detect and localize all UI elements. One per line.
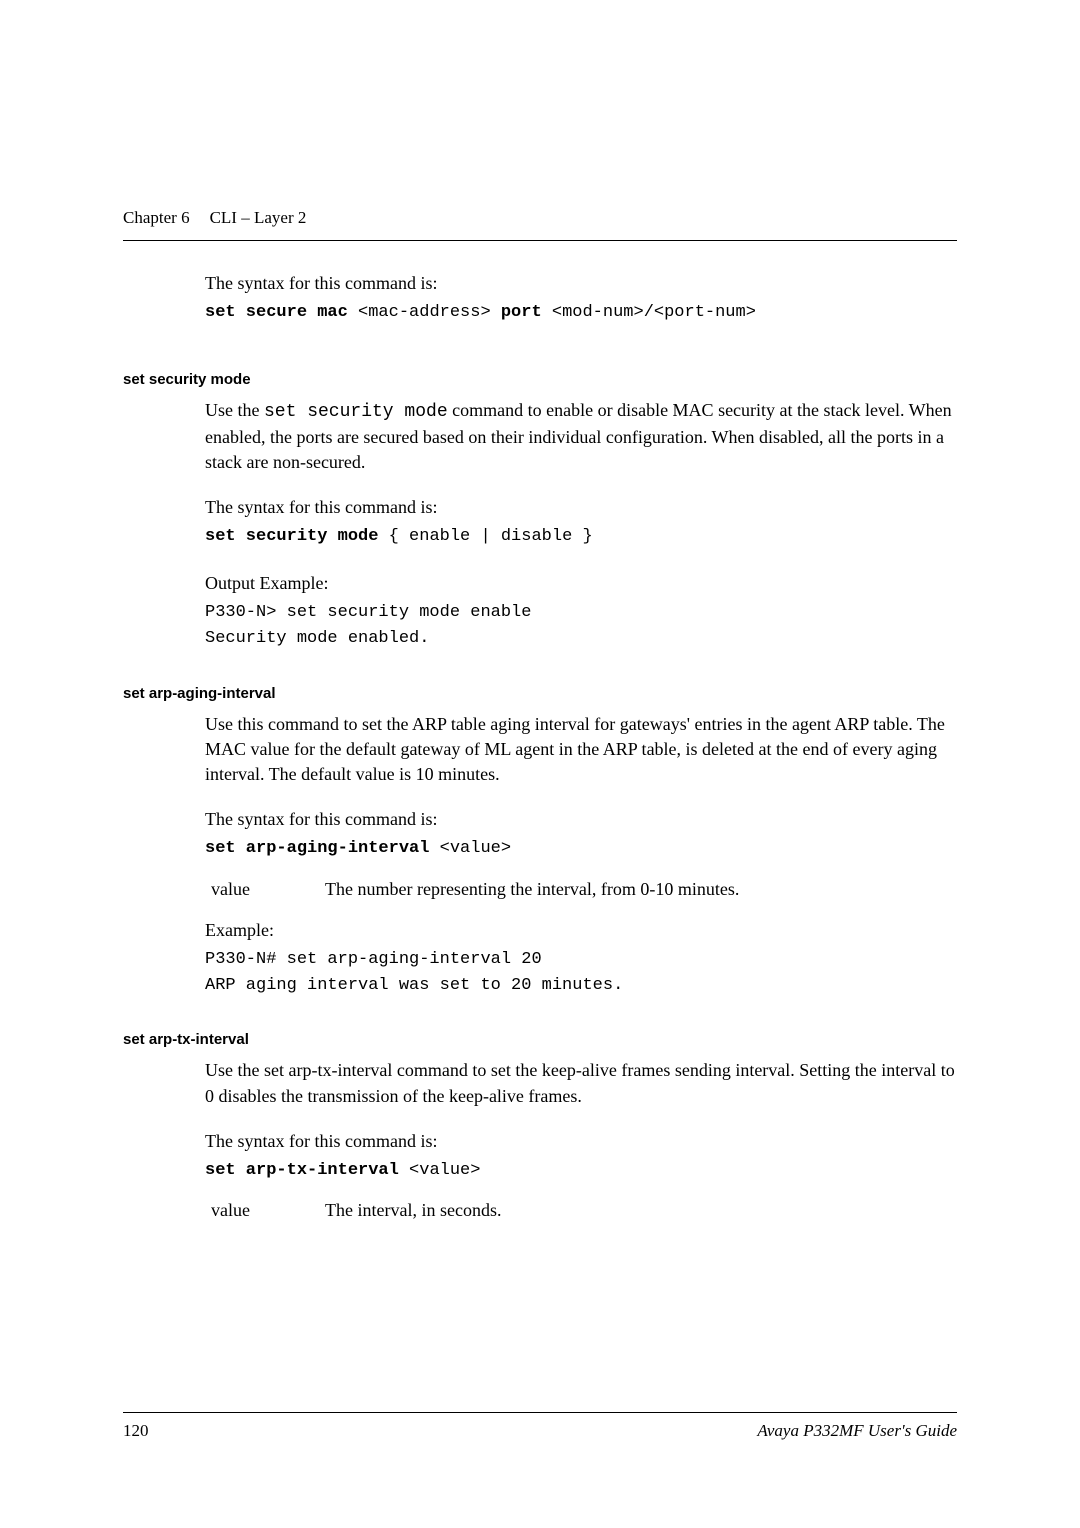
param-desc: The number representing the interval, fr… xyxy=(325,879,739,900)
guide-title: Avaya P332MF User's Guide xyxy=(757,1421,957,1441)
description: Use the set security mode command to ena… xyxy=(205,398,957,476)
param-row: value The interval, in seconds. xyxy=(205,1200,957,1221)
param-name: value xyxy=(205,879,265,900)
example-line: P330-N# set arp-aging-interval 20 xyxy=(205,947,957,973)
param-row: value The number representing the interv… xyxy=(205,879,957,900)
example-line: ARP aging interval was set to 20 minutes… xyxy=(205,973,957,999)
inline-code: set security mode xyxy=(264,402,448,422)
output-line: Security mode enabled. xyxy=(205,626,957,652)
syntax-label: The syntax for this command is: xyxy=(205,1129,957,1154)
footer-divider xyxy=(123,1412,957,1413)
description: Use the set arp-tx-interval command to s… xyxy=(205,1058,957,1108)
code-text: <value> xyxy=(409,1161,480,1180)
param-desc: The interval, in seconds. xyxy=(325,1200,501,1221)
syntax-label: The syntax for this command is: xyxy=(205,807,957,832)
code-line: set arp-aging-interval <value> xyxy=(205,836,957,862)
code-text: { enable | disable } xyxy=(389,527,593,546)
code-bold: set arp-aging-interval xyxy=(205,839,440,858)
code-text: <mod-num>/<port-num> xyxy=(552,303,756,322)
code-line: set secure mac <mac-address> port <mod-n… xyxy=(205,300,957,326)
code-bold: set security mode xyxy=(205,527,389,546)
page-footer: 120 Avaya P332MF User's Guide xyxy=(123,1421,957,1441)
code-text: <mac-address> xyxy=(358,303,501,322)
output-line: P330-N> set security mode enable xyxy=(205,600,957,626)
syntax-label: The syntax for this command is: xyxy=(205,271,957,296)
section-heading-arp-tx: set arp-tx-interval xyxy=(123,1031,957,1048)
syntax-label: The syntax for this command is: xyxy=(205,495,957,520)
desc-text: Use the xyxy=(205,400,264,420)
example-label: Example: xyxy=(205,918,957,943)
description: Use this command to set the ARP table ag… xyxy=(205,712,957,788)
section-heading-arp-aging: set arp-aging-interval xyxy=(123,685,957,702)
code-line: set security mode { enable | disable } xyxy=(205,524,957,550)
section-heading-security-mode: set security mode xyxy=(123,371,957,388)
output-label: Output Example: xyxy=(205,571,957,596)
code-bold: set secure mac xyxy=(205,303,358,322)
page-header: Chapter 6 CLI – Layer 2 xyxy=(123,208,957,228)
code-bold: set arp-tx-interval xyxy=(205,1161,409,1180)
param-name: value xyxy=(205,1200,265,1221)
code-line: set arp-tx-interval <value> xyxy=(205,1158,957,1184)
chapter-title: CLI – Layer 2 xyxy=(210,208,307,228)
code-text: <value> xyxy=(440,839,511,858)
chapter-label: Chapter 6 xyxy=(123,208,190,228)
code-bold: port xyxy=(501,303,552,322)
page-number: 120 xyxy=(123,1421,149,1441)
header-divider xyxy=(123,240,957,241)
